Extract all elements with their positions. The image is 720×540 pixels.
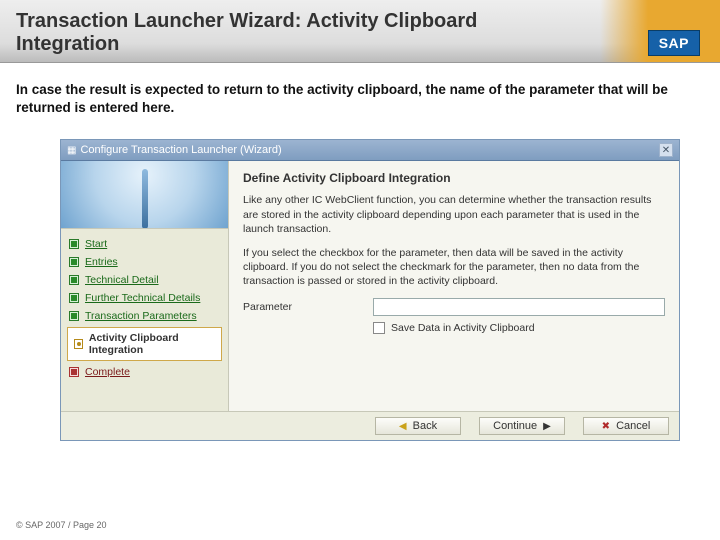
back-arrow-icon: ◀ xyxy=(399,421,407,432)
save-data-checkbox-row: Save Data in Activity Clipboard xyxy=(373,322,665,334)
panel-paragraph-2: If you select the checkbox for the param… xyxy=(243,246,665,289)
step-complete[interactable]: Complete xyxy=(61,363,228,381)
panel-paragraph-1: Like any other IC WebClient function, yo… xyxy=(243,193,665,236)
parameter-field-row: Parameter xyxy=(243,298,665,316)
step-start[interactable]: Start xyxy=(61,235,228,253)
sidebar-banner-image xyxy=(61,161,228,229)
copyright-text: © SAP 2007 / Page 20 xyxy=(16,520,107,530)
step-label: Technical Detail xyxy=(85,274,159,286)
wizard-main-panel: Define Activity Clipboard Integration Li… xyxy=(229,161,679,411)
save-data-checkbox-label: Save Data in Activity Clipboard xyxy=(391,322,535,334)
step-label: Transaction Parameters xyxy=(85,310,197,322)
wizard-footer: ◀ Back Continue ▶ ✖ Cancel xyxy=(61,411,679,440)
current-step-icon xyxy=(74,339,83,349)
step-label: Activity Clipboard Integration xyxy=(89,332,215,356)
back-button[interactable]: ◀ Back xyxy=(375,417,461,435)
slide-title-bar: Transaction Launcher Wizard: Activity Cl… xyxy=(0,0,720,63)
continue-button[interactable]: Continue ▶ xyxy=(479,417,565,435)
cancel-button-label: Cancel xyxy=(616,420,650,432)
check-icon xyxy=(69,257,79,267)
panel-heading: Define Activity Clipboard Integration xyxy=(243,171,665,185)
intro-text: In case the result is expected to return… xyxy=(0,63,720,125)
sap-logo: SAP xyxy=(648,30,700,56)
wizard-titlebar: Configure Transaction Launcher (Wizard) … xyxy=(61,140,679,161)
save-data-checkbox[interactable] xyxy=(373,322,385,334)
close-icon[interactable]: ✕ xyxy=(659,143,673,157)
step-label: Further Technical Details xyxy=(85,292,200,304)
cancel-icon: ✖ xyxy=(602,421,610,432)
step-label: Complete xyxy=(85,366,130,378)
step-label: Entries xyxy=(85,256,118,268)
wizard-sidebar: Start Entries Technical Detail Further T… xyxy=(61,161,229,411)
step-label: Start xyxy=(85,238,107,250)
step-transaction-parameters[interactable]: Transaction Parameters xyxy=(61,307,228,325)
cancel-button[interactable]: ✖ Cancel xyxy=(583,417,669,435)
check-icon xyxy=(69,311,79,321)
step-activity-clipboard-integration[interactable]: Activity Clipboard Integration xyxy=(67,327,222,361)
continue-button-label: Continue xyxy=(493,420,537,432)
check-icon xyxy=(69,293,79,303)
check-icon xyxy=(69,275,79,285)
parameter-label: Parameter xyxy=(243,301,363,313)
wizard-title: Configure Transaction Launcher (Wizard) xyxy=(67,144,282,156)
pending-icon xyxy=(69,367,79,377)
continue-arrow-icon: ▶ xyxy=(543,421,551,432)
wizard-steps-list: Start Entries Technical Detail Further T… xyxy=(61,229,228,387)
back-button-label: Back xyxy=(413,420,437,432)
step-technical-detail[interactable]: Technical Detail xyxy=(61,271,228,289)
step-entries[interactable]: Entries xyxy=(61,253,228,271)
check-icon xyxy=(69,239,79,249)
wizard-window: Configure Transaction Launcher (Wizard) … xyxy=(60,139,680,441)
parameter-input[interactable] xyxy=(373,298,665,316)
step-further-technical-details[interactable]: Further Technical Details xyxy=(61,289,228,307)
page-title: Transaction Launcher Wizard: Activity Cl… xyxy=(16,10,536,56)
